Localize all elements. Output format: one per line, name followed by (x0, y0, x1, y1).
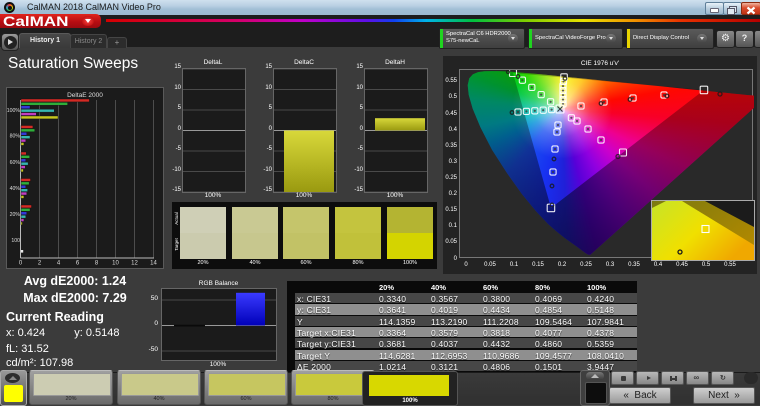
svg-text:100: 100 (11, 238, 20, 244)
svg-text:100%: 100% (7, 108, 20, 114)
svg-text:20%: 20% (10, 212, 21, 218)
svg-text:12: 12 (131, 261, 138, 267)
svg-text:60%: 60% (10, 160, 21, 166)
svg-text:DeltaE 2000: DeltaE 2000 (67, 92, 103, 99)
svg-text:8: 8 (95, 261, 99, 267)
svg-text:40%: 40% (10, 186, 21, 192)
svg-text:0: 0 (19, 261, 23, 267)
svg-text:6: 6 (76, 261, 80, 267)
svg-text:14: 14 (150, 261, 157, 267)
svg-text:10: 10 (112, 261, 119, 267)
svg-text:4: 4 (57, 261, 61, 267)
svg-text:80%: 80% (10, 134, 21, 140)
svg-text:2: 2 (38, 261, 42, 267)
